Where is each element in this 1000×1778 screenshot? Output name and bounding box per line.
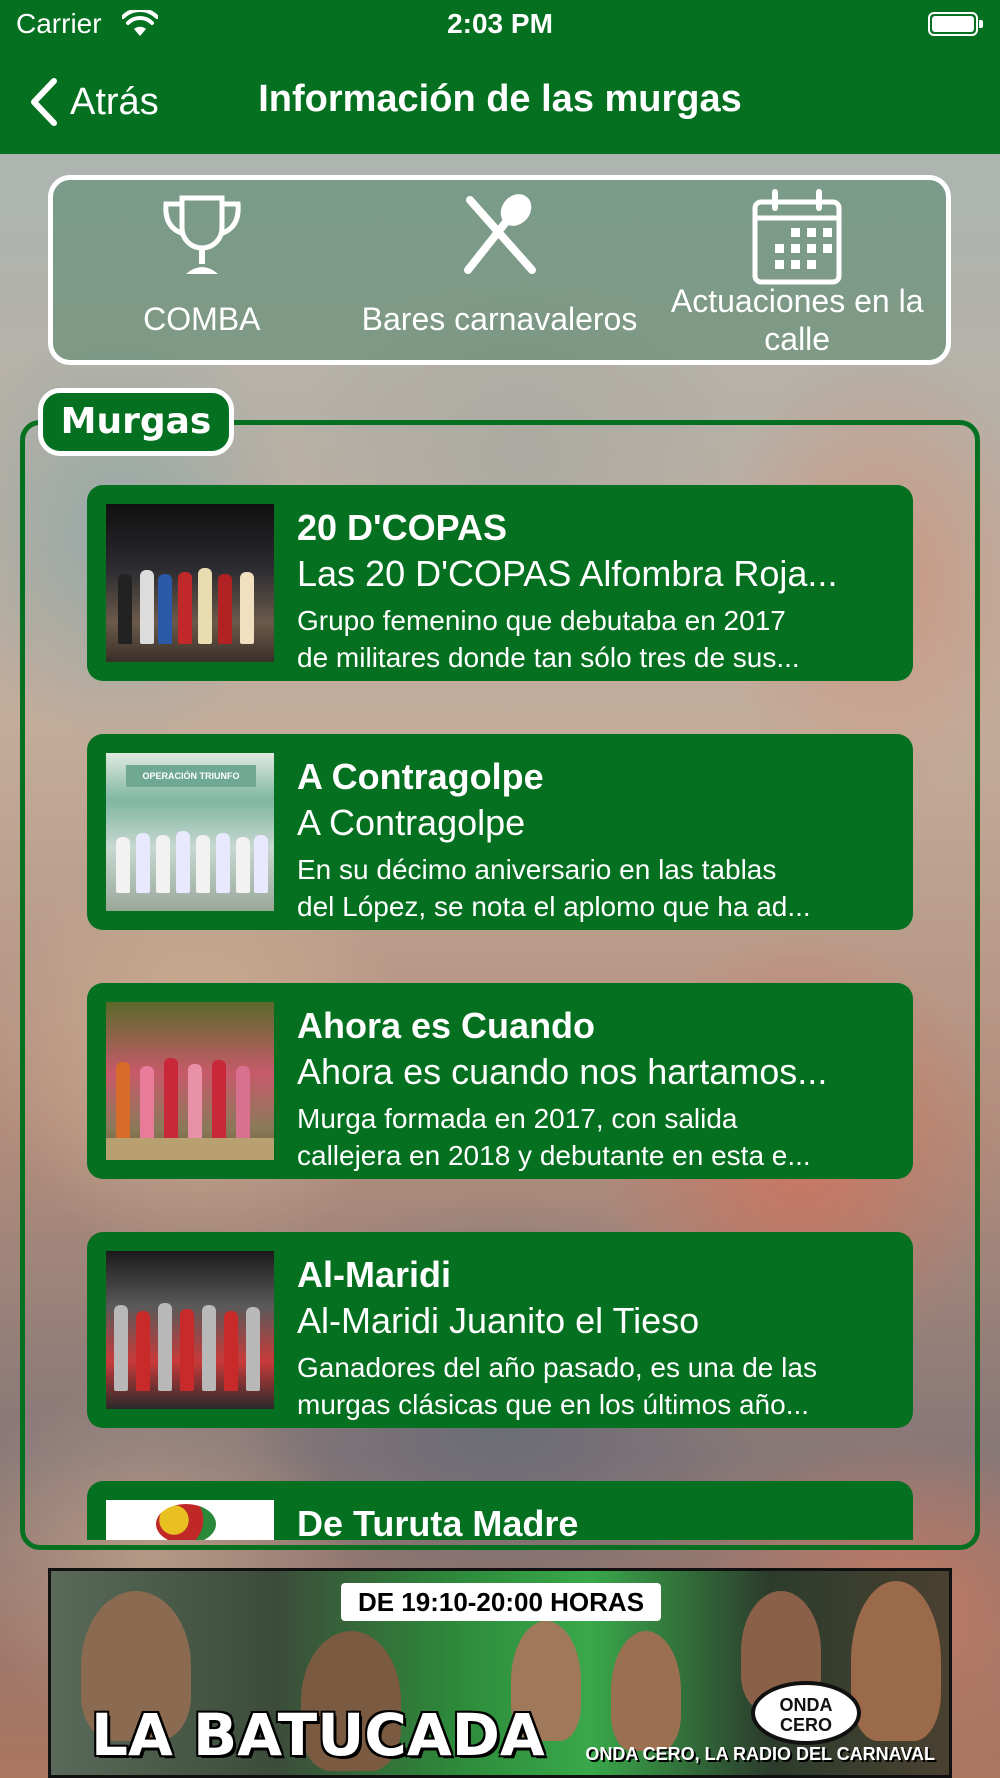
battery-icon [928,12,983,36]
murga-name: Al-Maridi [297,1254,452,1295]
section-tab-murgas: Murgas [38,388,234,456]
murga-description: Murga formada en 2017, con salida callej… [297,1100,897,1174]
banner-tagline: ONDA CERO, LA RADIO DEL CARNAVAL [585,1744,935,1764]
murga-description: Ganadores del año pasado, es una de las … [297,1349,897,1423]
murga-thumbnail [106,1251,274,1409]
murga-description-line: callejera en 2018 y debutante en esta e.… [297,1140,811,1171]
menu-item-bares[interactable]: Bares carnavaleros [351,180,649,360]
murga-subtitle: A Contragolpe [297,802,526,843]
murga-description-line: Ganadores del año pasado, es una de las [297,1352,817,1383]
advertisement-banner[interactable]: DE 19:10-20:00 HORAS ONDA CERO LA BATUCA… [48,1568,952,1778]
murga-thumbnail [106,504,274,662]
murga-subtitle: Ahora es cuando nos hartamos... [297,1051,828,1092]
murga-card-de-turuta-madre[interactable]: De Turuta Madre [87,1481,913,1540]
clock-time: 2:03 PM [447,8,553,39]
navigation-bar: Atrás Información de las murgas [0,50,1000,154]
menu-item-actuaciones[interactable]: Actuaciones en la calle [648,180,946,360]
murga-description-line: En su décimo aniversario en las tablas [297,854,777,885]
menu-item-comba[interactable]: COMBA [53,180,351,360]
murga-name: A Contragolpe [297,756,544,797]
murga-subtitle: Las 20 D'COPAS Alfombra Roja... [297,553,838,594]
trophy-icon [163,195,241,274]
status-bar: Carrier 2:03 PM [0,0,1000,50]
murga-card-al-maridi[interactable]: Al-Maridi Al-Maridi Juanito el Tieso Gan… [87,1232,913,1428]
thumb-sign: OPERACIÓN TRIUNFO [126,765,256,787]
murga-subtitle: Al-Maridi Juanito el Tieso [297,1300,700,1341]
murga-name: 20 D'COPAS [297,507,507,548]
murga-card-a-contragolpe[interactable]: OPERACIÓN TRIUNFO A Contragolpe A Contra… [87,734,913,930]
menu-item-label: Bares carnavaleros [361,301,638,337]
murga-thumbnail [106,1002,274,1160]
murga-description-line: murgas clásicas que en los últimos año..… [297,1389,810,1420]
murgas-list[interactable]: 20 D'COPAS Las 20 D'COPAS Alfombra Roja.… [25,460,975,1540]
murga-name: Ahora es Cuando [297,1005,596,1046]
murga-description-line: Grupo femenino que debutaba en 2017 [297,605,786,636]
murga-description: Grupo femenino que debutaba en 2017 de m… [297,602,897,676]
murga-description-line: Murga formada en 2017, con salida [297,1103,738,1134]
murga-name: De Turuta Madre [297,1503,579,1540]
utensils-icon [463,194,536,274]
murga-thumbnail: OPERACIÓN TRIUNFO [106,753,274,911]
banner-schedule: DE 19:10-20:00 HORAS [341,1583,661,1621]
calendar-icon [752,189,842,285]
banner-title: LA BATUCADA [91,1701,545,1769]
murga-thumbnail [106,1500,274,1540]
page-title: Información de las murgas [258,78,742,120]
murga-description-line: del López, se nota el aplomo que ha ad..… [297,891,811,922]
murga-description: En su décimo aniversario en las tablas d… [297,851,897,925]
murga-description-line: de militares donde tan sólo tres de sus.… [297,642,800,673]
murga-card-ahora-es-cuando[interactable]: Ahora es Cuando Ahora es cuando nos hart… [87,983,913,1179]
menu-item-label: Actuaciones en la calle [670,283,924,357]
onda-cero-logo: ONDA CERO [751,1681,861,1745]
banner-photo-person [851,1581,941,1741]
murga-card-20-dcopas[interactable]: 20 D'COPAS Las 20 D'COPAS Alfombra Roja.… [87,485,913,681]
banner-photo-person [611,1631,681,1751]
menu-item-label: COMBA [143,301,261,337]
shortcut-menu: COMBA Bares carnavaleros Actuaciones en … [48,175,951,365]
